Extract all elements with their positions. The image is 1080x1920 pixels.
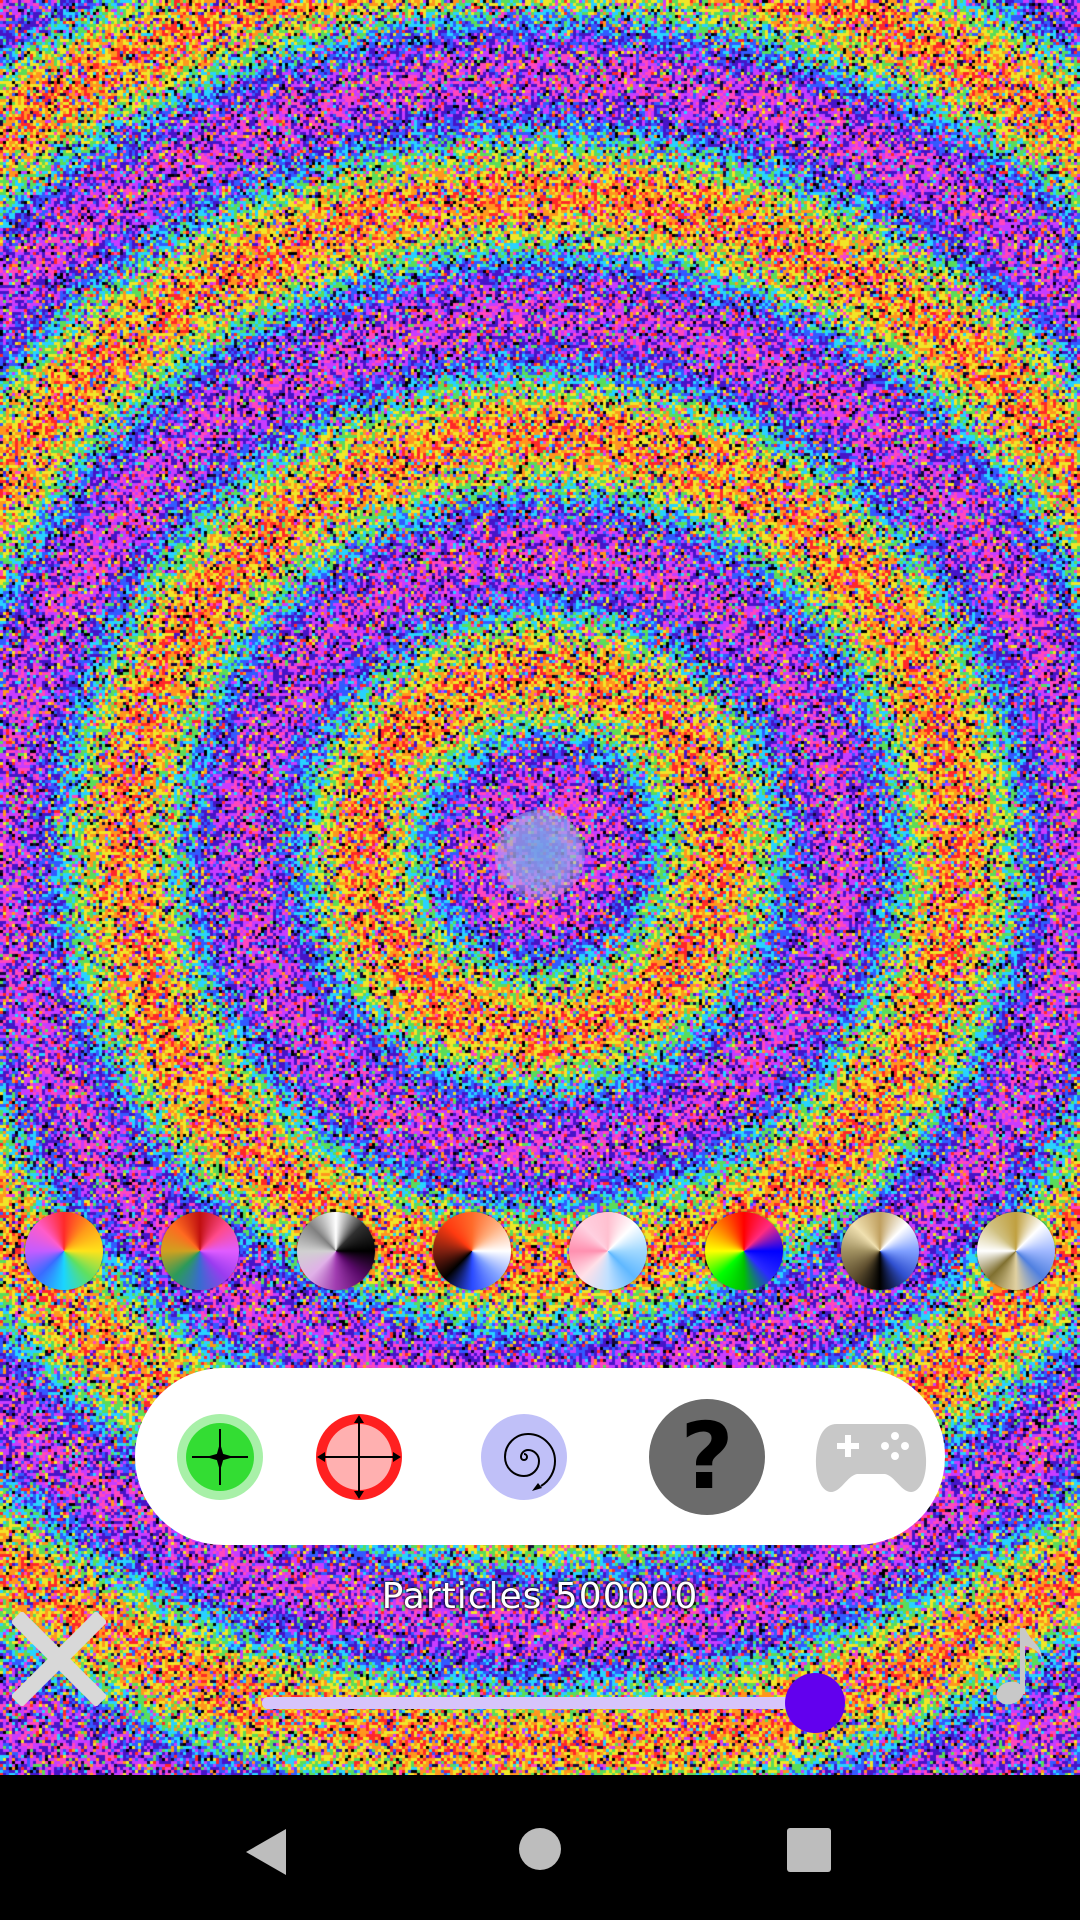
fire-blue-palette[interactable] xyxy=(433,1212,511,1290)
touch-point-orb xyxy=(495,810,585,900)
tool-panel: ? xyxy=(135,1368,945,1545)
slider-fill xyxy=(262,1697,815,1709)
mono-purple-palette[interactable] xyxy=(297,1212,375,1290)
repel-tool-icon[interactable] xyxy=(315,1413,403,1501)
help-icon[interactable]: ? xyxy=(648,1398,766,1516)
back-triangle-icon[interactable] xyxy=(244,1827,288,1877)
vortex-tool-icon[interactable] xyxy=(480,1413,568,1501)
attract-tool-icon[interactable] xyxy=(176,1413,264,1501)
primary-palette[interactable] xyxy=(705,1212,783,1290)
rainbow-palette[interactable] xyxy=(25,1212,103,1290)
home-circle-icon[interactable] xyxy=(518,1827,562,1871)
gold-blue-palette[interactable] xyxy=(841,1212,919,1290)
warm-magenta-palette[interactable] xyxy=(161,1212,239,1290)
particle-count-label: Particles 500000 xyxy=(381,1576,699,1617)
particle-count-slider[interactable] xyxy=(262,1673,845,1733)
gamepad-icon[interactable] xyxy=(815,1418,927,1498)
pastel-palette[interactable] xyxy=(569,1212,647,1290)
gold-white-palette[interactable] xyxy=(977,1212,1055,1290)
palette-row xyxy=(0,1212,1080,1290)
svg-text:?: ? xyxy=(680,1403,733,1510)
close-icon[interactable] xyxy=(12,1612,106,1706)
music-note-icon[interactable] xyxy=(990,1620,1050,1710)
recents-square-icon[interactable] xyxy=(786,1827,832,1873)
slider-thumb[interactable] xyxy=(785,1673,845,1733)
system-nav-bar xyxy=(0,1775,1080,1920)
